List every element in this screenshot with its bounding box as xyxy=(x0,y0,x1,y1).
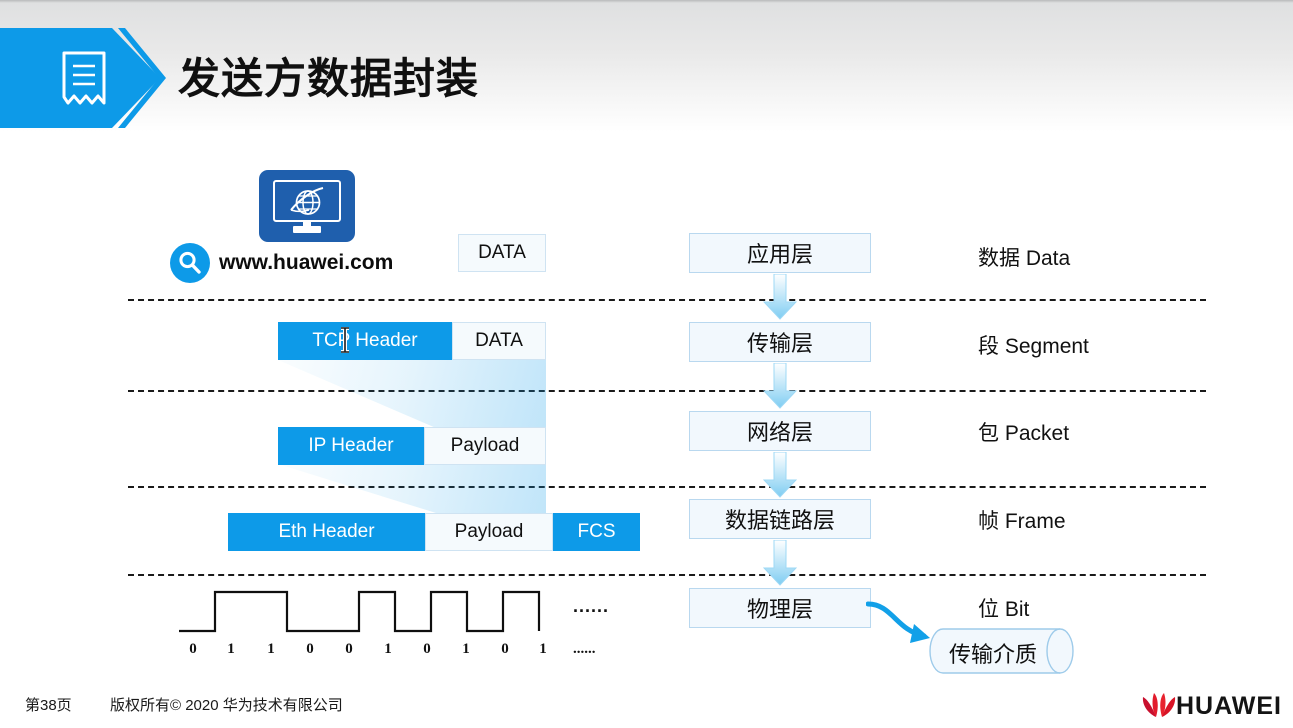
bit-value: 1 xyxy=(227,641,235,657)
layer-box-physical[interactable]: 物理层 xyxy=(689,588,871,628)
document-ribbon-icon xyxy=(62,51,106,105)
packet-cell-payload-network: Payload xyxy=(424,427,546,465)
pdu-label-frame: 帧 Frame xyxy=(978,510,1066,533)
bit-value: 0 xyxy=(189,641,197,657)
bit-value: 1 xyxy=(267,641,275,657)
layer-box-transport[interactable]: 传输层 xyxy=(689,322,871,362)
packet-cell-payload-datalink: Payload xyxy=(425,513,553,551)
bit-values-ellipsis: ...... xyxy=(573,641,596,657)
pdu-label-segment: 段 Segment xyxy=(978,335,1089,358)
packet-cell-fcs: FCS xyxy=(553,513,640,551)
monitor-globe-icon xyxy=(259,170,355,242)
layer-box-network[interactable]: 网络层 xyxy=(689,411,871,451)
arrow-down-transport-network xyxy=(763,363,797,409)
footer-page-number: 第38页 xyxy=(25,697,72,714)
globe-icon xyxy=(290,187,324,215)
bit-values-row: 0 1 1 0 0 1 0 1 0 1 xyxy=(175,641,615,663)
bit-waveform xyxy=(179,590,541,633)
bit-value: 0 xyxy=(423,641,431,657)
divider-transport-network xyxy=(128,390,1206,392)
packet-cell-tcp-header: TCP Header xyxy=(278,322,452,360)
layer-box-application[interactable]: 应用层 xyxy=(689,233,871,273)
bit-value: 0 xyxy=(501,641,509,657)
bit-value: 0 xyxy=(345,641,353,657)
packet-cell-ip-header: IP Header xyxy=(278,427,424,465)
waveform-ellipsis: ...... xyxy=(573,596,610,616)
pdu-label-bit: 位 Bit xyxy=(978,598,1030,621)
packet-cell-eth-header: Eth Header xyxy=(228,513,425,551)
bit-value: 1 xyxy=(384,641,392,657)
bit-value: 1 xyxy=(462,641,470,657)
connector-network-datalink xyxy=(278,464,546,513)
transmission-medium-label: 传输介质 xyxy=(949,642,1038,667)
pdu-label-packet: 包 Packet xyxy=(978,422,1070,445)
divider-app-transport xyxy=(128,299,1206,301)
layer-box-datalink[interactable]: 数据链路层 xyxy=(689,499,871,539)
bit-value: 0 xyxy=(306,641,314,657)
pdu-label-data: 数据 Data xyxy=(978,247,1071,270)
website-url-label: www.huawei.com xyxy=(219,251,394,274)
huawei-wordmark: HUAWEI xyxy=(1176,692,1282,720)
divider-datalink-physical xyxy=(128,574,1206,576)
divider-network-datalink xyxy=(128,486,1206,488)
slide-canvas: 发送方数据封装 www.huawei.com DATA TCP Header D xyxy=(0,0,1293,728)
magnifier-icon xyxy=(170,243,210,283)
bit-value: 1 xyxy=(539,641,547,657)
arrow-down-network-datalink xyxy=(763,452,797,498)
page-title: 发送方数据封装 xyxy=(178,55,480,102)
arrow-down-datalink-physical xyxy=(763,540,797,586)
arrow-down-app-transport xyxy=(763,274,797,320)
packet-cell-data-application: DATA xyxy=(458,234,546,272)
monitor-stand xyxy=(293,226,321,233)
packet-cell-data-transport: DATA xyxy=(452,322,546,360)
i-beam-cursor xyxy=(341,327,349,353)
footer-copyright: 版权所有© 2020 华为技术有限公司 xyxy=(110,697,343,714)
connector-transport-network xyxy=(278,360,546,428)
